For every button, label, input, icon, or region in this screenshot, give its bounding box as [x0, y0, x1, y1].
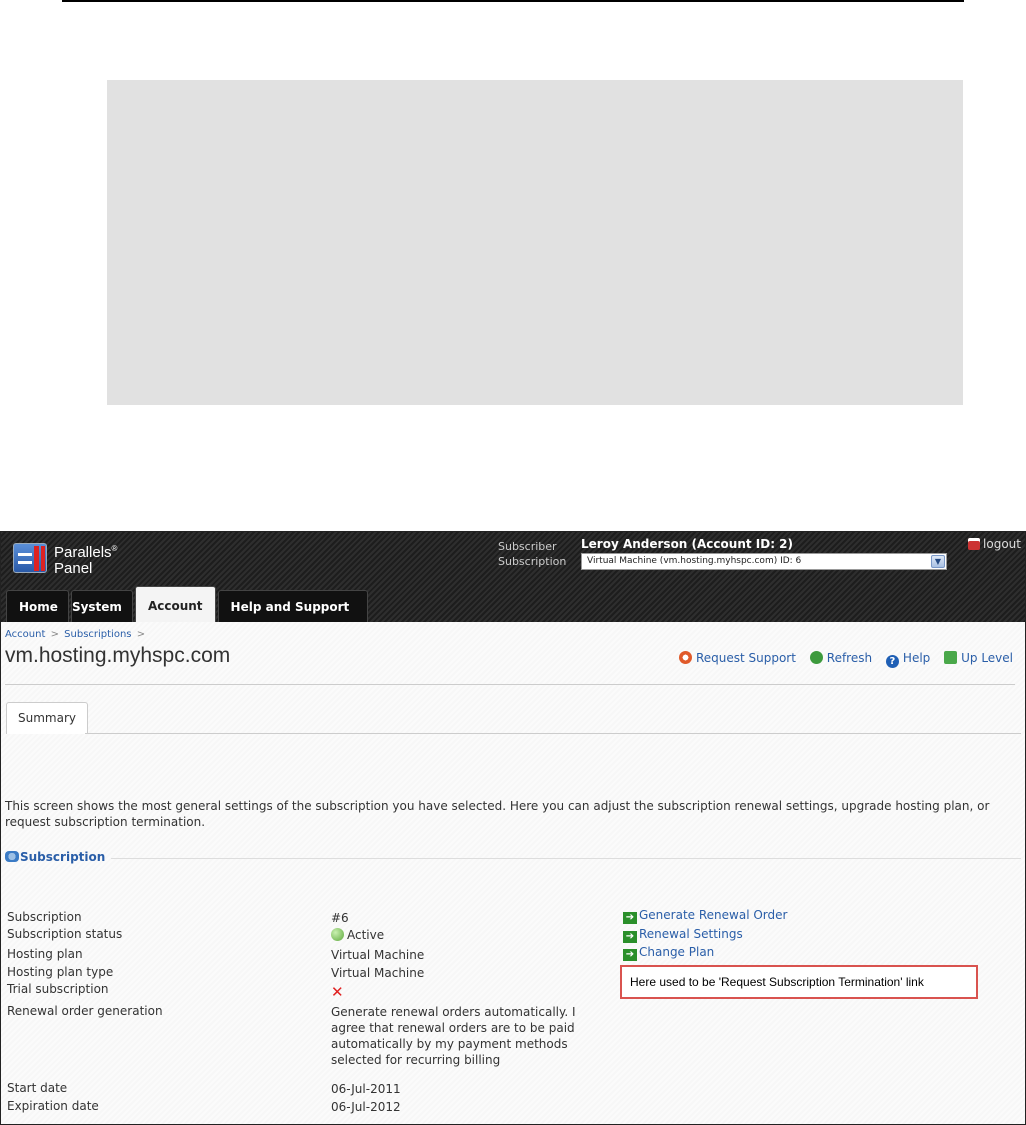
help-link[interactable]: ? Help	[885, 651, 931, 668]
subscriber-labels: Subscriber Subscription	[498, 539, 566, 569]
row-value-renewal: Generate renewal orders automatically. I…	[331, 1005, 576, 1067]
logout-label: logout	[983, 537, 1021, 551]
help-label: Help	[902, 651, 931, 665]
tab-divider	[85, 733, 1021, 734]
subscription-select[interactable]: Virtual Machine (vm.hosting.myhspc.com) …	[581, 553, 947, 570]
cross-icon: ✕	[331, 983, 344, 1001]
change-plan-link[interactable]: ➔ Change Plan	[623, 945, 714, 961]
main-content: Account > Subscriptions > vm.hosting.myh…	[1, 622, 1025, 1124]
logo-text: Parallels® Panel	[54, 541, 117, 577]
row-label-status: Subscription status	[7, 927, 123, 941]
tab-system[interactable]: System	[70, 590, 133, 622]
grey-placeholder-block	[107, 80, 963, 405]
row-label-start-date: Start date	[7, 1081, 68, 1095]
row-value-trial: ✕	[331, 984, 591, 1001]
breadcrumb-separator: >	[50, 629, 59, 640]
panel-screenshot: Parallels® Panel Subscriber Subscription…	[0, 531, 1026, 1125]
row-value-hosting-plan: Virtual Machine	[331, 948, 425, 962]
subscriber-label: Subscriber	[498, 540, 557, 553]
parallels-logo-icon	[13, 543, 47, 573]
tab-account[interactable]: Account	[134, 586, 216, 622]
row-value-start-date: 06-Jul-2011	[331, 1082, 401, 1096]
intro-text: This screen shows the most general setti…	[5, 799, 990, 829]
arrow-right-icon: ➔	[623, 931, 637, 943]
row-label-subscription: Subscription	[7, 910, 82, 924]
refresh-label: Refresh	[826, 651, 873, 665]
breadcrumb-separator: >	[136, 629, 146, 640]
tab-home[interactable]: Home	[6, 590, 69, 622]
header: Parallels® Panel Subscriber Subscription…	[1, 532, 1025, 622]
logo-line1: Parallels	[54, 544, 112, 561]
section-divider	[111, 858, 1021, 859]
refresh-link[interactable]: Refresh	[809, 651, 873, 665]
breadcrumb-item-subscriptions[interactable]: Subscriptions	[64, 629, 131, 640]
title-divider	[5, 684, 1015, 685]
row-value-hosting-plan-type: Virtual Machine	[331, 966, 425, 980]
up-level-link[interactable]: Up Level	[944, 651, 1013, 665]
renewal-settings-link[interactable]: ➔ Renewal Settings	[623, 927, 743, 943]
refresh-icon	[809, 651, 823, 664]
subscription-icon	[5, 851, 19, 862]
logo-reg: ®	[111, 544, 118, 553]
row-value-expiration-date: 06-Jul-2012	[331, 1100, 401, 1114]
row-label-expiration-date: Expiration date	[7, 1099, 99, 1113]
row-value-subscription: #6	[331, 911, 349, 925]
subscription-label: Subscription	[498, 555, 567, 568]
active-status-icon	[331, 928, 344, 941]
logout-icon	[968, 538, 981, 550]
generate-renewal-order-label: Generate Renewal Order	[639, 908, 788, 922]
up-level-icon	[944, 651, 958, 664]
breadcrumb-item-account[interactable]: Account	[5, 629, 45, 640]
generate-renewal-order-link[interactable]: ➔ Generate Renewal Order	[623, 908, 787, 924]
tab-help-and-support[interactable]: Help and Support	[217, 590, 368, 622]
row-label-hosting-plan: Hosting plan	[7, 947, 83, 961]
request-support-link[interactable]: Request Support	[678, 651, 796, 665]
arrow-right-icon: ➔	[623, 949, 637, 961]
logout-link[interactable]: logout	[968, 537, 1021, 551]
arrow-right-icon: ➔	[623, 912, 637, 924]
help-icon: ?	[885, 655, 899, 668]
renewal-settings-label: Renewal Settings	[639, 927, 743, 941]
status-value: Active	[347, 928, 385, 942]
logo-line2: Panel	[54, 560, 93, 577]
request-support-label: Request Support	[695, 651, 796, 665]
page-title: vm.hosting.myhspc.com	[5, 644, 231, 667]
subscriber-name: Leroy Anderson (Account ID: 2)	[581, 537, 794, 551]
change-plan-label: Change Plan	[639, 945, 715, 959]
lifebuoy-icon	[678, 651, 692, 664]
subscription-select-value: Virtual Machine (vm.hosting.myhspc.com) …	[587, 556, 802, 566]
row-label-trial: Trial subscription	[7, 982, 109, 996]
chevron-down-icon[interactable]: ▼	[931, 555, 945, 568]
section-heading-subscription: Subscription	[5, 850, 105, 864]
up-level-label: Up Level	[961, 651, 1013, 665]
row-label-hosting-plan-type: Hosting plan type	[7, 965, 114, 979]
parallels-logo[interactable]: Parallels® Panel	[13, 540, 153, 577]
page-actions: Request Support Refresh ? Help Up Level	[669, 651, 1013, 668]
main-nav-tabs: Home System Account Help and Support	[6, 586, 370, 622]
annotation-note: Here used to be 'Request Subscription Te…	[620, 965, 978, 999]
row-label-renewal: Renewal order generation	[7, 1004, 163, 1018]
top-rule	[62, 0, 964, 2]
section-title: Subscription	[20, 850, 106, 864]
row-value-status: Active	[331, 927, 591, 943]
breadcrumb: Account > Subscriptions >	[5, 629, 147, 640]
tab-summary[interactable]: Summary	[6, 702, 88, 734]
